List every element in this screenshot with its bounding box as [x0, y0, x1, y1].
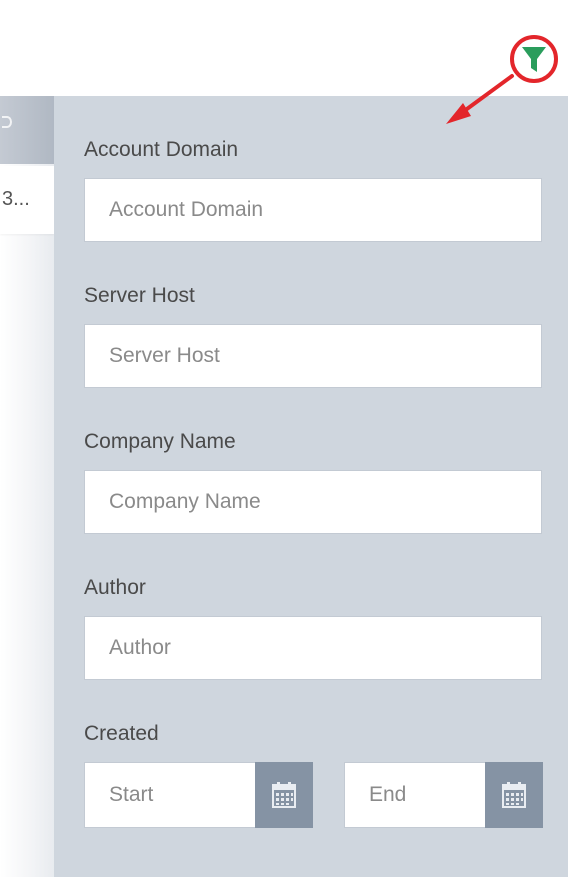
created-start-input[interactable]: [84, 762, 256, 828]
header-fragment-icon: [2, 116, 12, 128]
server-host-label: Server Host: [84, 284, 195, 307]
created-end-input[interactable]: [344, 762, 486, 828]
author-input[interactable]: [84, 616, 542, 680]
created-label: Created: [84, 722, 159, 745]
author-label: Author: [84, 576, 146, 599]
company-name-input[interactable]: [84, 470, 542, 534]
background-cell-text: 3...: [2, 188, 30, 210]
calendar-icon: [272, 782, 296, 808]
end-date-picker-button[interactable]: [485, 762, 543, 828]
calendar-icon: [502, 782, 526, 808]
company-name-label: Company Name: [84, 430, 236, 453]
server-host-input[interactable]: [84, 324, 542, 388]
account-domain-label: Account Domain: [84, 138, 239, 161]
background-table-header: [0, 96, 54, 164]
start-date-picker-button[interactable]: [255, 762, 313, 828]
filter-funnel-icon[interactable]: [510, 35, 558, 83]
account-domain-input[interactable]: [84, 178, 542, 242]
background-table-cell: 3...: [0, 166, 54, 234]
